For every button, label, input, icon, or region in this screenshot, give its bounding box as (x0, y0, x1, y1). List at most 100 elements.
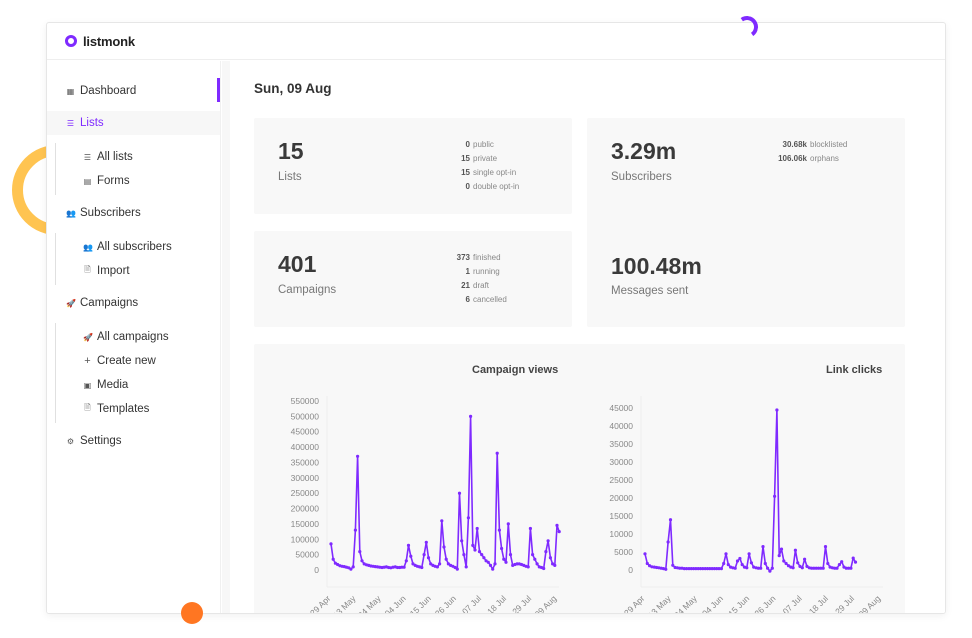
messages-label: Messages sent (611, 285, 689, 297)
y-tick-label: 400000 (291, 442, 320, 452)
campaigns-label: Campaigns (278, 284, 337, 296)
data-point (800, 566, 804, 570)
messages-count: 100.48m (611, 253, 702, 279)
gear-icon: ⚙ (66, 436, 75, 446)
subscribers-submenu: 👥 All subscribers 🗎 Import (55, 233, 220, 285)
x-tick-label: 09 Aug (857, 593, 883, 614)
data-point (477, 550, 482, 554)
data-point (351, 565, 355, 569)
top-bar: listmonk (47, 23, 945, 60)
form-icon: ▤ (83, 176, 92, 186)
sidebar-item-media[interactable]: ▣ Media (56, 373, 220, 397)
data-point (473, 548, 477, 552)
data-point (542, 566, 546, 571)
logo[interactable]: listmonk (65, 34, 135, 49)
campaigns-card[interactable]: 401 Campaigns 373 finished 1 running 21 dra… (254, 231, 572, 327)
logo-icon (65, 35, 77, 47)
data-point (460, 539, 464, 543)
page-title: Sun, 09 Aug (254, 81, 332, 96)
data-point (475, 526, 479, 531)
data-point (531, 553, 535, 557)
x-tick-label: 09 Aug (533, 593, 559, 614)
data-point (763, 561, 767, 566)
y-tick-label: 5000 (614, 547, 633, 557)
sidebar-item-campaigns[interactable]: 🚀 Campaigns (47, 291, 220, 315)
stat-row: 0 double opt-in (465, 182, 520, 191)
sidebar-item-settings[interactable]: ⚙ Settings (47, 429, 220, 453)
sidebar-item-all-campaigns[interactable]: 🚀 All campaigns (56, 325, 220, 349)
data-point (747, 552, 751, 556)
sidebar-item-dashboard[interactable]: ▦ Dashboard (47, 79, 220, 103)
data-point (733, 566, 737, 570)
x-tick-label: 07 Jul (781, 593, 804, 614)
stat-row: 15 private (461, 154, 498, 163)
list-icon: ☰ (66, 118, 75, 128)
x-tick-label: 04 Jun (700, 593, 725, 614)
lists-card[interactable]: 15 Lists 0 public 15 private 15 single opt-… (254, 118, 572, 214)
link-clicks-chart: 0 5000 10000 15000 20000 25000 30000 35000 40000… (609, 396, 883, 614)
data-point (849, 566, 853, 570)
sidebar-item-label: Templates (97, 403, 150, 415)
stat-row: 106.06k orphans (778, 154, 839, 163)
data-point (360, 559, 364, 563)
data-point (749, 561, 753, 565)
import-icon: 🗎 (84, 265, 91, 274)
y-tick-label: 0 (314, 565, 319, 575)
x-tick-label: 26 Jun (752, 593, 777, 614)
sidebar-item-all-subscribers[interactable]: 👥 All subscribers (56, 235, 220, 259)
data-point (358, 550, 362, 554)
subscribers-label: Subscribers (611, 171, 672, 183)
data-point (779, 547, 784, 551)
y-tick-label: 20000 (609, 493, 633, 503)
sidebar: ▦ Dashboard ☰ Lists ☰ All lists ▤ Forms … (47, 61, 221, 613)
data-point (837, 563, 841, 567)
file-icon: 🗎 (84, 403, 91, 412)
campaigns-stats: 373 finished 1 running 21 draft 6 cancelled (434, 251, 507, 307)
x-tick-label: 15 Jun (726, 593, 751, 614)
data-point (745, 566, 749, 570)
data-point (759, 566, 763, 570)
y-tick-label: 15000 (609, 511, 633, 521)
data-point (664, 567, 668, 571)
x-tick-label: 29 Apr (622, 593, 647, 614)
data-point (466, 516, 470, 520)
sidebar-item-create-new[interactable]: + Create new (56, 349, 220, 373)
data-point (553, 563, 557, 567)
data-point (488, 563, 493, 567)
campaigns-submenu: 🚀 All campaigns + Create new ▣ Media 🗎 T… (55, 323, 220, 423)
data-point (493, 562, 497, 566)
sidebar-item-import[interactable]: 🗎 Import (56, 259, 220, 283)
data-point (796, 561, 800, 565)
data-point (504, 560, 508, 564)
data-point (491, 567, 495, 571)
sidebar-item-forms[interactable]: ▤ Forms (56, 169, 220, 193)
campaigns-count: 401 (278, 251, 317, 277)
sidebar-item-label: Create new (97, 355, 156, 367)
data-point (761, 545, 765, 549)
sidebar-item-label: All lists (97, 151, 133, 163)
sidebar-item-all-lists[interactable]: ☰ All lists (56, 145, 220, 169)
stat-row: 15 single opt-in (461, 168, 517, 177)
subscribers-stats: 30.68k blocklisted 106.06k orphans (747, 138, 847, 166)
data-point (853, 560, 858, 564)
logo-text: listmonk (83, 33, 135, 49)
list-icon: ☰ (83, 152, 92, 162)
charts-card: Campaign views Link clicks 0 50000 100000 1… (254, 344, 905, 614)
data-point (768, 569, 772, 573)
sidebar-item-templates[interactable]: 🗎 Templates (56, 397, 220, 421)
sidebar-item-lists[interactable]: ☰ Lists (47, 111, 220, 135)
data-point (480, 553, 484, 557)
x-tick-label: 24 May (356, 593, 383, 614)
sidebar-item-label: Campaigns (80, 297, 139, 309)
subscribers-card[interactable]: 3.29m Subscribers 30.68k blocklisted 106.… (587, 118, 905, 327)
sidebar-item-subscribers[interactable]: 👥 Subscribers (47, 201, 220, 225)
data-point (486, 560, 490, 564)
lists-label: Lists (278, 171, 302, 183)
y-tick-label: 450000 (291, 427, 320, 437)
data-point (502, 557, 506, 561)
plus-icon: + (84, 355, 91, 367)
y-tick-label: 250000 (291, 488, 320, 498)
data-point (773, 494, 777, 498)
data-point (557, 530, 561, 534)
y-tick-label: 100000 (291, 534, 320, 544)
